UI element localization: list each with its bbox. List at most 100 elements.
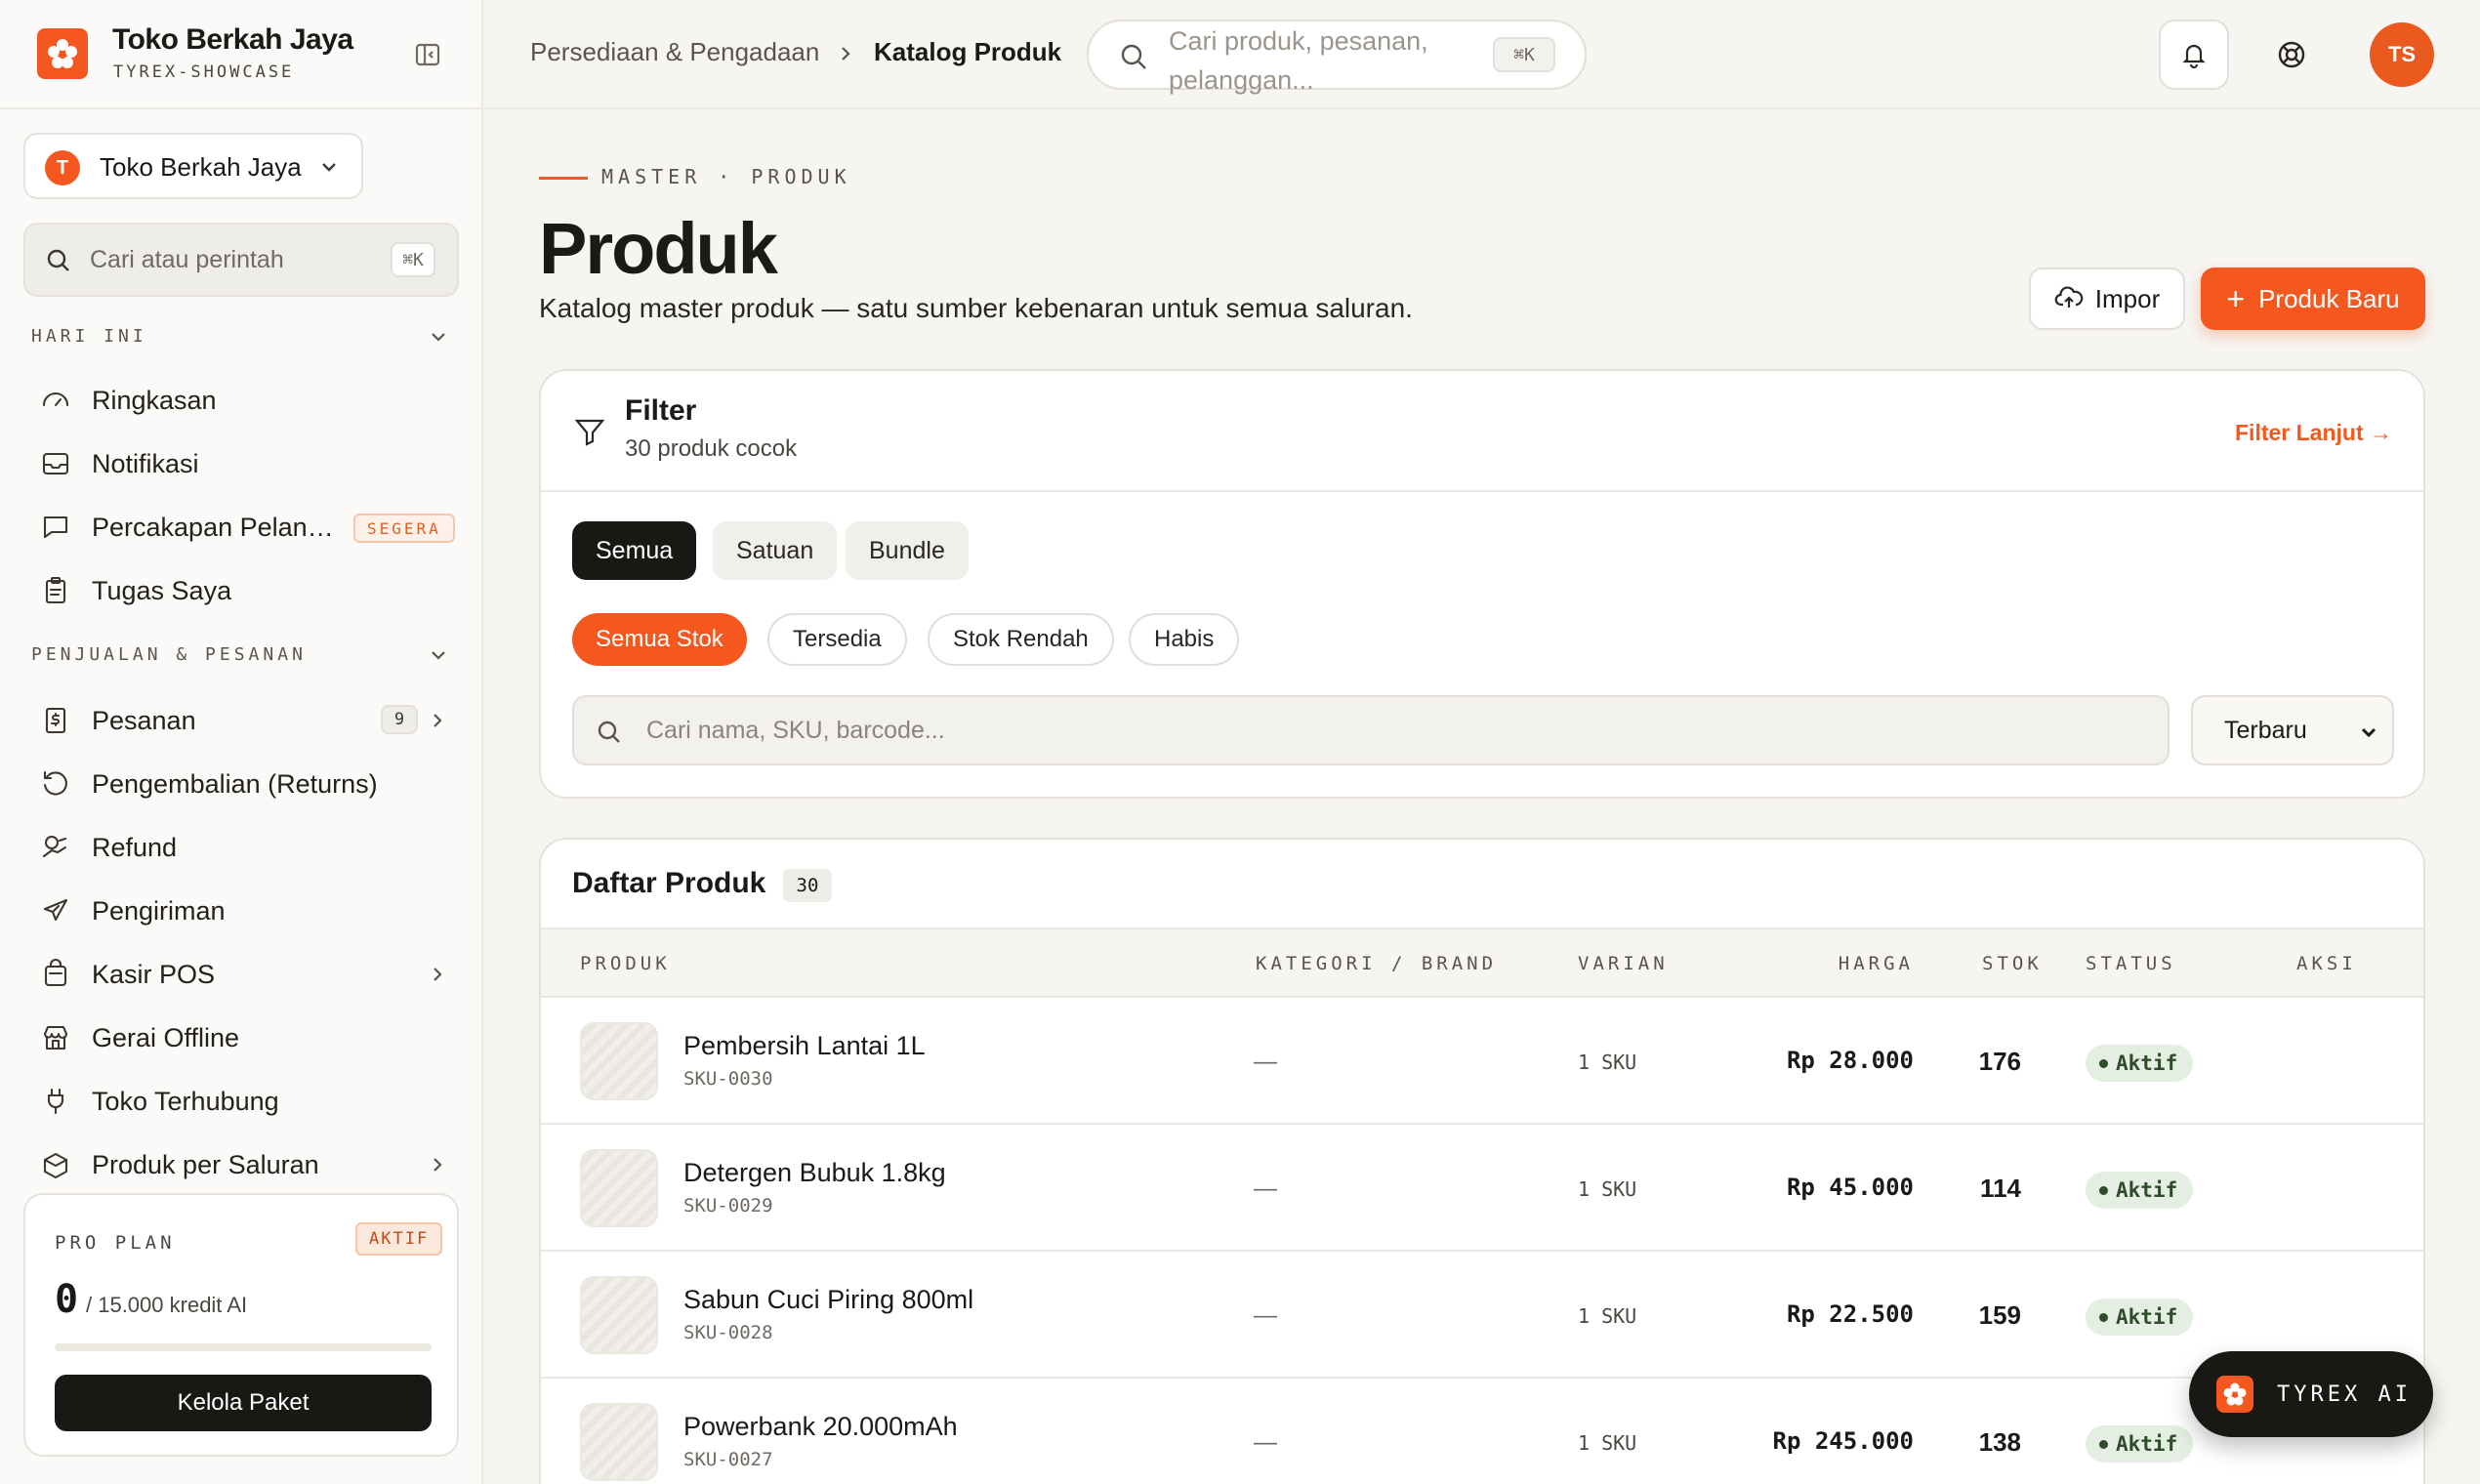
status-badge: Aktif [2086,1298,2194,1336]
table-row[interactable]: Powerbank 20.000mAh SKU-0027 — 1 SKU Rp 245.… [541,1379,2423,1484]
stock-filter-stok-rendah[interactable]: Stok Rendah [928,613,1114,666]
product-variant: 1 SKU [1578,1051,1637,1074]
sidebar-item-tugas-saya[interactable]: Tugas Saya [29,565,459,616]
stock-filter-habis[interactable]: Habis [1129,613,1240,666]
product-sku: SKU-0028 [683,1322,773,1343]
sidebar-item-label: Pengembalian (Returns) [92,768,378,799]
product-thumbnail [580,1022,658,1100]
table-row[interactable]: Pembersih Lantai 1L SKU-0030 — 1 SKU Rp 28.0… [541,998,2423,1125]
count-badge: 9 [381,705,418,734]
sidebar-item-label: Gerai Offline [92,1022,240,1052]
sidebar-item-gerai-offline[interactable]: Gerai Offline [29,1012,459,1063]
sidebar-item-toko-terhubung[interactable]: Toko Terhubung [29,1076,459,1127]
product-name[interactable]: Powerbank 20.000mAh [683,1412,958,1442]
new-product-label: Produk Baru [2258,283,2400,313]
sidebar-item-ringkasan[interactable]: Ringkasan [29,375,459,426]
user-avatar[interactable]: TS [2370,22,2434,87]
plus-icon: + [2226,280,2246,316]
chevron-right-icon [434,714,442,727]
stock-filter-tersedia[interactable]: Tersedia [767,613,907,666]
sidebar-item-notifikasi[interactable]: Notifikasi [29,438,459,489]
product-variant: 1 SKU [1578,1431,1637,1455]
sidebar-item-label: Tugas Saya [92,575,232,605]
product-price: Rp 45.000 [1786,1174,1914,1201]
product-sku: SKU-0027 [683,1449,773,1470]
table-row[interactable]: Detergen Bubuk 1.8kg SKU-0029 — 1 SKU Rp 45.… [541,1125,2423,1252]
eyebrow-accent-line [539,177,588,180]
import-button[interactable]: Impor [2029,268,2185,330]
status-label: Aktif [2116,1305,2178,1329]
status-label: Aktif [2116,1051,2178,1075]
sidebar-item-label: Pengiriman [92,895,226,926]
advanced-filter-link[interactable]: Filter Lanjut → [2235,420,2392,446]
coming-soon-badge: SEGERA [353,514,455,543]
store-avatar: T [45,150,80,186]
sidebar-item-label: Notifikasi [92,448,199,478]
sidebar-item-refund[interactable]: Refund [29,822,459,873]
sidebar-item-percakapan-pelanggan[interactable]: Percakapan Pelanggan SEGERA [29,502,459,553]
sidebar-item-kasir-pos[interactable]: Kasir POS [29,949,459,1000]
product-name[interactable]: Detergen Bubuk 1.8kg [683,1158,946,1188]
store-switcher[interactable]: T Toko Berkah Jaya [23,133,363,199]
stock-filter-semua-stok[interactable]: Semua Stok [572,613,747,666]
column-header-status: STATUS [2086,953,2176,974]
cloud-upload-icon [2054,286,2084,308]
status-badge: Aktif [2086,1172,2194,1209]
sidebar-search[interactable]: Cari atau perintah ⌘K [23,223,459,297]
ai-assistant-button[interactable]: TYREX AI [2189,1351,2433,1437]
product-name[interactable]: Sabun Cuci Piring 800ml [683,1285,973,1315]
sidebar: Toko Berkah Jaya TYREX-SHOWCASE T Toko B… [0,0,483,1484]
type-tab-bundle[interactable]: Bundle [846,521,969,580]
section-today: HARI INI [31,326,147,347]
product-name[interactable]: Pembersih Lantai 1L [683,1031,926,1061]
product-thumbnail [580,1403,658,1481]
chevron-down-icon[interactable] [428,326,449,348]
store-icon [43,1025,68,1051]
column-header-aksi: AKSI [2296,953,2357,974]
search-icon [45,247,72,274]
product-category: — [1254,1049,1277,1075]
page-eyebrow: MASTER · PRODUK [601,165,851,188]
search-icon [596,719,623,746]
sidebar-collapse-icon[interactable] [414,41,441,68]
notification-button[interactable] [2159,20,2229,90]
manage-plan-button[interactable]: Kelola Paket [55,1375,432,1431]
sidebar-item-pengembalian-returns[interactable]: Pengembalian (Returns) [29,759,459,809]
status-dot [2099,1058,2108,1068]
status-label: Aktif [2116,1432,2178,1456]
filter-header: Filter 30 produk cocok Filter Lanjut → [541,371,2423,492]
chevron-down-icon[interactable] [428,644,449,666]
product-category: — [1254,1302,1277,1329]
type-tab-semua[interactable]: Semua [572,521,697,580]
ai-logo-icon [2216,1376,2253,1413]
sidebar-item-pengiriman[interactable]: Pengiriman [29,886,459,936]
product-stock: 114 [1980,1174,2021,1203]
sidebar-item-label: Produk per Saluran [92,1149,319,1179]
section-sales: PENJUALAN & PESANAN [31,644,307,665]
box-icon [43,1152,68,1179]
brand-logo-icon[interactable] [37,28,88,79]
product-stock: 176 [1978,1047,2021,1076]
sidebar-item-pesanan[interactable]: Pesanan 9 [29,695,459,746]
chevron-down-icon [318,156,340,178]
product-search-input[interactable]: Cari nama, SKU, barcode... [572,695,2170,765]
new-product-button[interactable]: + Produk Baru [2201,268,2425,330]
shortcut-hint: ⌘K [391,242,435,277]
product-count-badge: 30 [783,869,832,902]
product-price: Rp 28.000 [1786,1047,1914,1074]
status-dot [2099,1439,2108,1449]
sidebar-item-produk-per-saluran[interactable]: Produk per Saluran [29,1139,459,1190]
breadcrumb-parent[interactable]: Persediaan & Pengadaan [530,37,819,67]
help-button[interactable] [2256,20,2327,90]
product-sku: SKU-0029 [683,1195,773,1216]
return-icon [43,770,67,796]
type-tab-satuan[interactable]: Satuan [713,521,838,580]
ai-assistant-label: TYREX AI [2277,1381,2412,1407]
table-row[interactable]: Sabun Cuci Piring 800ml SKU-0028 — 1 SKU Rp … [541,1252,2423,1379]
status-label: Aktif [2116,1178,2178,1202]
sort-select[interactable]: Terbaru [2191,695,2394,765]
chevron-right-icon [434,968,442,981]
global-search[interactable]: Cari produk, pesanan, pelanggan... ⌘K [1087,20,1587,95]
page-description: Katalog master produk — satu sumber kebe… [539,293,1413,323]
plan-usage-bar [55,1343,432,1351]
